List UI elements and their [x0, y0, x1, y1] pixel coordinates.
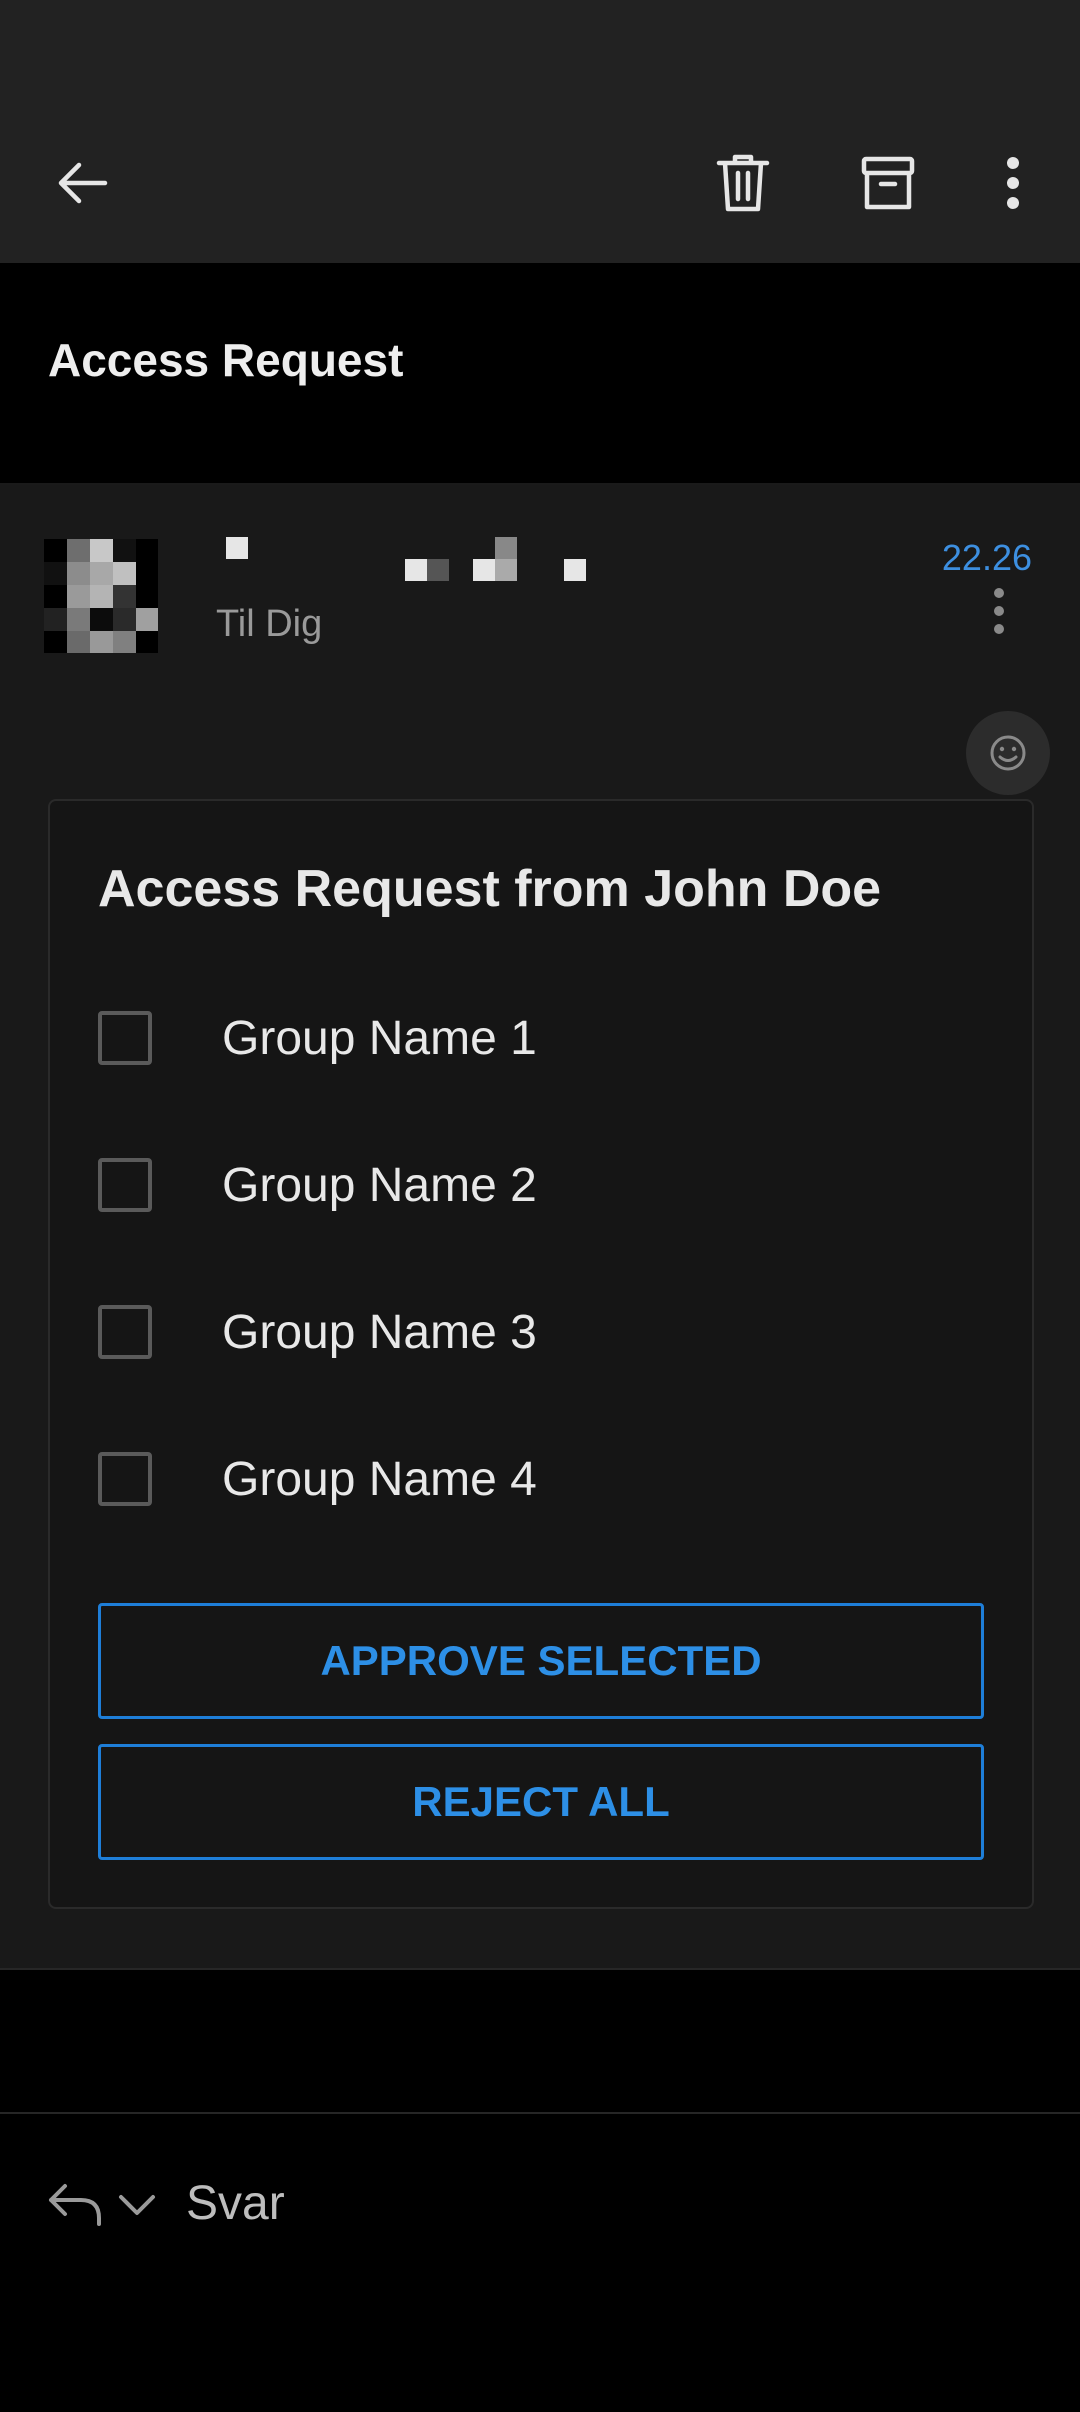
approve-selected-button[interactable]: APPROVE SELECTED — [98, 1603, 984, 1719]
group-option-3[interactable]: Group Name 3 — [98, 1282, 978, 1382]
group-label: Group Name 3 — [222, 1305, 537, 1359]
back-button[interactable] — [38, 138, 128, 228]
email-message: Til Dig 22.26 Access Request from John D… — [0, 485, 1080, 1970]
delete-button[interactable] — [698, 138, 788, 228]
more-options-button[interactable] — [968, 138, 1058, 228]
group-checkbox[interactable] — [98, 1011, 152, 1065]
reject-all-button[interactable]: REJECT ALL — [98, 1744, 984, 1860]
group-label: Group Name 4 — [222, 1452, 537, 1506]
more-vertical-icon — [994, 588, 1004, 634]
group-label: Group Name 2 — [222, 1158, 537, 1212]
add-reaction-button[interactable] — [966, 711, 1050, 795]
trash-icon — [716, 154, 770, 212]
sender-avatar[interactable] — [44, 539, 158, 653]
status-bar — [0, 0, 1080, 100]
chevron-down-icon — [119, 2195, 155, 2215]
smiley-icon — [990, 735, 1026, 771]
group-option-2[interactable]: Group Name 2 — [98, 1135, 978, 1235]
arrow-left-icon — [58, 162, 108, 204]
message-time: 22.26 — [941, 537, 1032, 578]
toolbar — [0, 100, 1080, 263]
reply-icon — [49, 2184, 101, 2226]
reply-label[interactable]: Svar — [186, 2176, 285, 2231]
archive-button[interactable] — [843, 138, 933, 228]
group-option-4[interactable]: Group Name 4 — [98, 1429, 978, 1529]
group-checkbox[interactable] — [98, 1452, 152, 1506]
email-subject: Access Request — [48, 334, 404, 386]
group-option-1[interactable]: Group Name 1 — [98, 988, 978, 1088]
reply-options-button[interactable] — [112, 2180, 162, 2230]
group-checkbox[interactable] — [98, 1305, 152, 1359]
message-more-button[interactable] — [972, 575, 1026, 647]
card-title: Access Request from John Doe — [98, 860, 882, 918]
group-label: Group Name 1 — [222, 1011, 537, 1065]
recipient-label[interactable]: Til Dig — [216, 603, 322, 646]
sender-name-redacted — [216, 537, 636, 587]
access-request-card: Access Request from John Doe Group Name … — [48, 799, 1034, 1909]
subject-bar: Access Request — [0, 263, 1080, 485]
archive-icon — [861, 156, 915, 210]
reply-button[interactable] — [40, 2170, 110, 2240]
more-vertical-icon — [1007, 157, 1019, 209]
reply-bar: Svar — [0, 2112, 1080, 2412]
group-checkbox[interactable] — [98, 1158, 152, 1212]
